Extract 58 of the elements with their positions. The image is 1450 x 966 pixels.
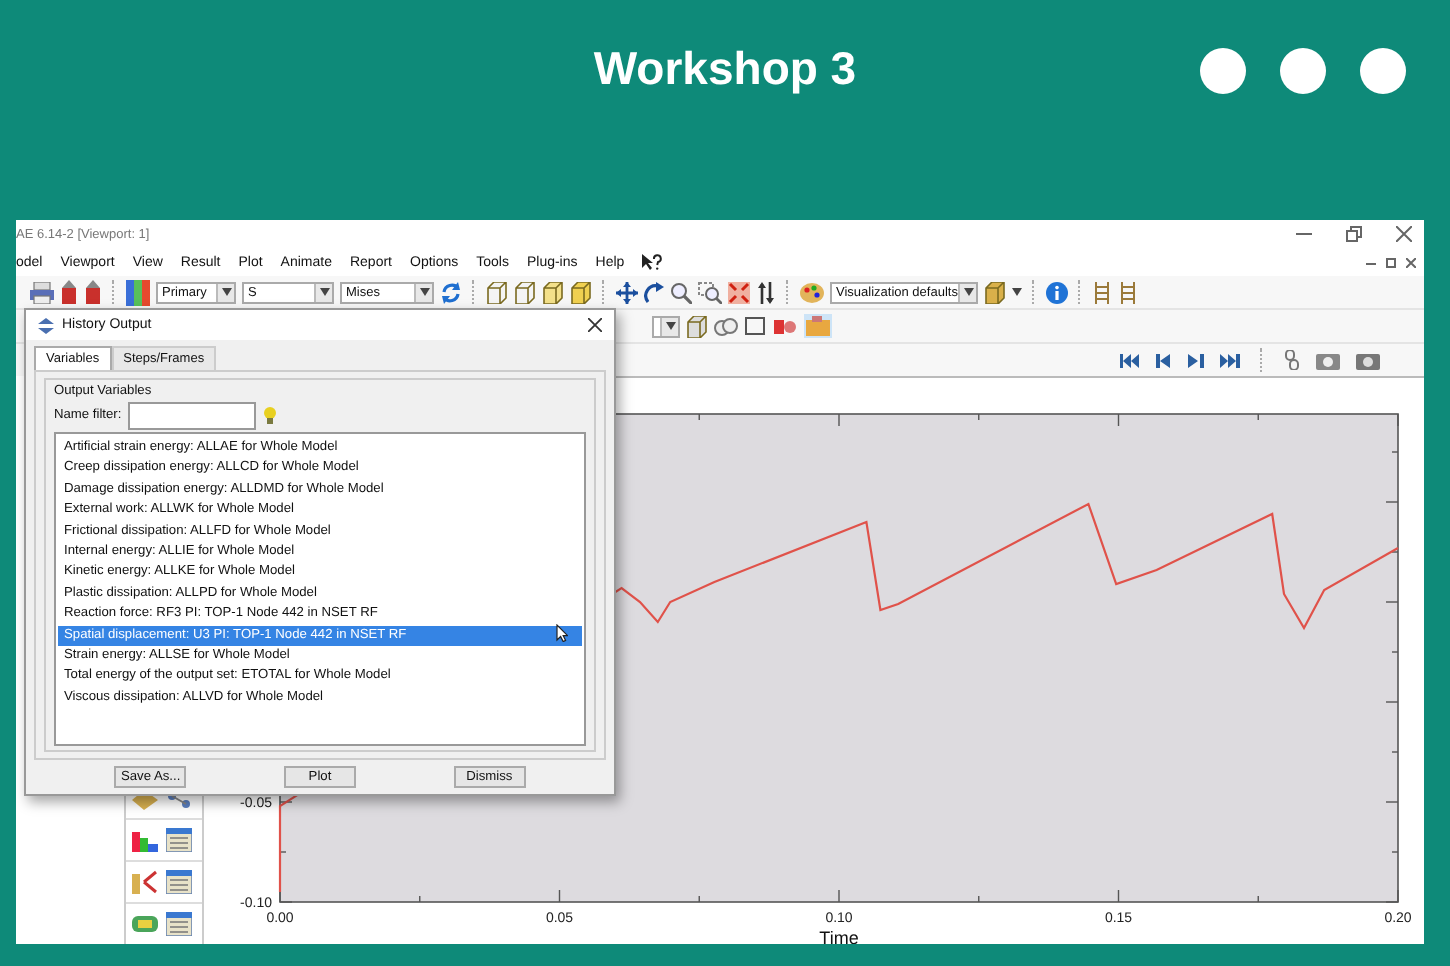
dropdown[interactable] xyxy=(652,315,680,337)
dialog-icon xyxy=(38,317,54,333)
last-icon[interactable] xyxy=(1220,353,1240,367)
export-icon[interactable] xyxy=(60,280,78,304)
caret-icon[interactable] xyxy=(1012,288,1022,296)
printer-icon[interactable] xyxy=(30,281,54,303)
branch-icon[interactable] xyxy=(132,870,158,894)
cube-icon[interactable] xyxy=(686,315,708,337)
cube-icon[interactable] xyxy=(486,281,508,303)
cube-icon[interactable] xyxy=(570,281,592,303)
caret-icon[interactable] xyxy=(665,322,675,330)
ladder-icon[interactable] xyxy=(1092,281,1112,303)
palette-icon[interactable] xyxy=(800,281,824,303)
previous-icon[interactable] xyxy=(1156,353,1172,367)
more-icon xyxy=(1200,48,1406,94)
minimize-icon[interactable] xyxy=(1366,257,1376,267)
table-icon[interactable] xyxy=(166,912,192,936)
cylinder-icon[interactable] xyxy=(132,912,158,936)
caret-icon[interactable] xyxy=(419,288,429,296)
move-icon[interactable] xyxy=(616,281,638,303)
close-icon[interactable] xyxy=(588,318,602,332)
caret-icon[interactable] xyxy=(319,288,329,296)
restore-icon[interactable] xyxy=(1386,257,1396,267)
filter-field[interactable] xyxy=(127,401,256,429)
fit-icon[interactable] xyxy=(728,281,750,303)
zoom-icon[interactable] xyxy=(670,281,692,303)
info-icon[interactable] xyxy=(1046,281,1068,303)
contour-plot-icon[interactable] xyxy=(132,828,158,852)
cube-icon[interactable] xyxy=(984,281,1006,303)
camera-icon[interactable] xyxy=(1356,350,1380,370)
cube-icon[interactable] xyxy=(514,281,536,303)
caret-icon[interactable] xyxy=(963,288,973,296)
slide-title: Workshop 3 xyxy=(593,42,857,96)
ladder-icon[interactable] xyxy=(1118,281,1138,303)
first-icon[interactable] xyxy=(1120,353,1140,367)
refresh-icon[interactable] xyxy=(440,281,462,303)
close-icon[interactable] xyxy=(1396,226,1412,242)
pointer-icon xyxy=(556,624,568,642)
contour-icon[interactable] xyxy=(126,279,150,305)
zoom-box-icon[interactable] xyxy=(698,281,722,303)
rotate-icon[interactable] xyxy=(644,281,664,303)
bulb-icon[interactable] xyxy=(261,406,278,424)
export-icon[interactable] xyxy=(84,280,102,304)
cube-icon[interactable] xyxy=(542,281,564,303)
close-icon[interactable] xyxy=(1406,257,1416,267)
table-icon[interactable] xyxy=(166,828,192,852)
link-icon[interactable] xyxy=(1284,350,1300,370)
views-icon[interactable] xyxy=(714,315,738,337)
help-icon[interactable] xyxy=(642,253,663,271)
table-icon[interactable] xyxy=(166,870,192,894)
next-icon[interactable] xyxy=(1188,353,1204,367)
axis-title: Time xyxy=(819,928,859,944)
camera-icon[interactable] xyxy=(1316,350,1340,370)
arrows-icon[interactable] xyxy=(756,281,776,303)
caret-icon[interactable] xyxy=(221,288,231,296)
restore-icon[interactable] xyxy=(1346,226,1362,242)
query-icon[interactable] xyxy=(774,315,798,337)
box-select-icon[interactable] xyxy=(744,315,768,337)
